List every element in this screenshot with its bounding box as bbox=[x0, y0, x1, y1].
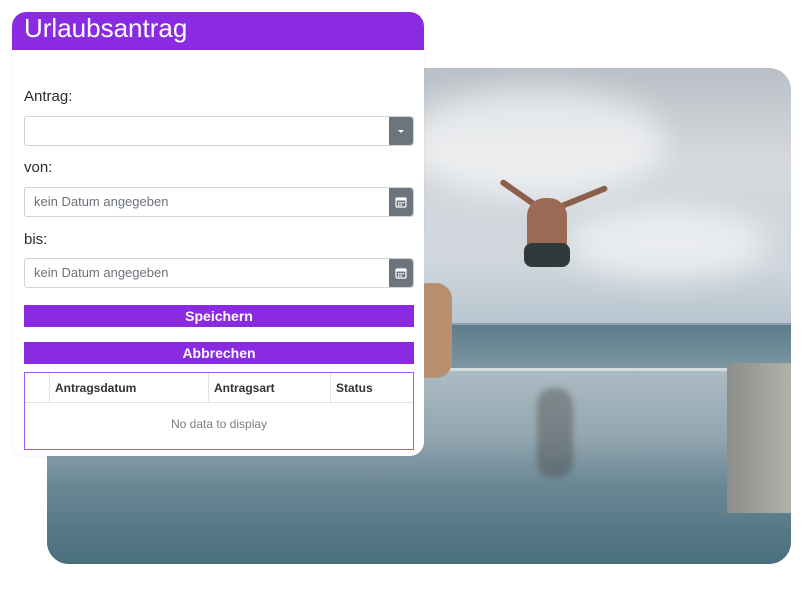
grid-empty-message: No data to display bbox=[170, 417, 268, 431]
page-title: Urlaubsantrag bbox=[12, 12, 424, 50]
von-placeholder: kein Datum angegeben bbox=[34, 194, 169, 209]
grid-column-antragsart[interactable]: Antragsart bbox=[209, 373, 331, 402]
dropdown-button[interactable] bbox=[389, 117, 413, 145]
von-label: von: bbox=[24, 159, 53, 176]
antrag-select[interactable] bbox=[24, 116, 414, 146]
von-calendar-button[interactable] bbox=[389, 188, 413, 216]
bis-placeholder: kein Datum angegeben bbox=[34, 265, 169, 280]
von-date-input[interactable]: kein Datum angegeben bbox=[24, 187, 414, 217]
bis-calendar-button[interactable] bbox=[389, 259, 413, 287]
grid-header: Antragsdatum Antragsart Status bbox=[25, 373, 413, 403]
grid-column-status[interactable]: Status bbox=[331, 373, 413, 402]
bis-date-input[interactable]: kein Datum angegeben bbox=[24, 258, 414, 288]
vacation-request-panel: Urlaubsantrag Antrag: von: kein Datum an… bbox=[12, 12, 424, 456]
chevron-down-icon bbox=[398, 130, 404, 133]
antrag-label: Antrag: bbox=[24, 88, 73, 105]
save-button[interactable]: Speichern bbox=[24, 305, 414, 327]
cancel-button[interactable]: Abbrechen bbox=[24, 342, 414, 364]
request-grid: Antragsdatum Antragsart Status No data t… bbox=[24, 372, 414, 450]
grid-select-column[interactable] bbox=[25, 373, 50, 402]
bis-label: bis: bbox=[24, 231, 48, 248]
calendar-icon bbox=[395, 268, 407, 279]
calendar-icon bbox=[395, 197, 407, 208]
grid-column-antragsdatum[interactable]: Antragsdatum bbox=[50, 373, 209, 402]
